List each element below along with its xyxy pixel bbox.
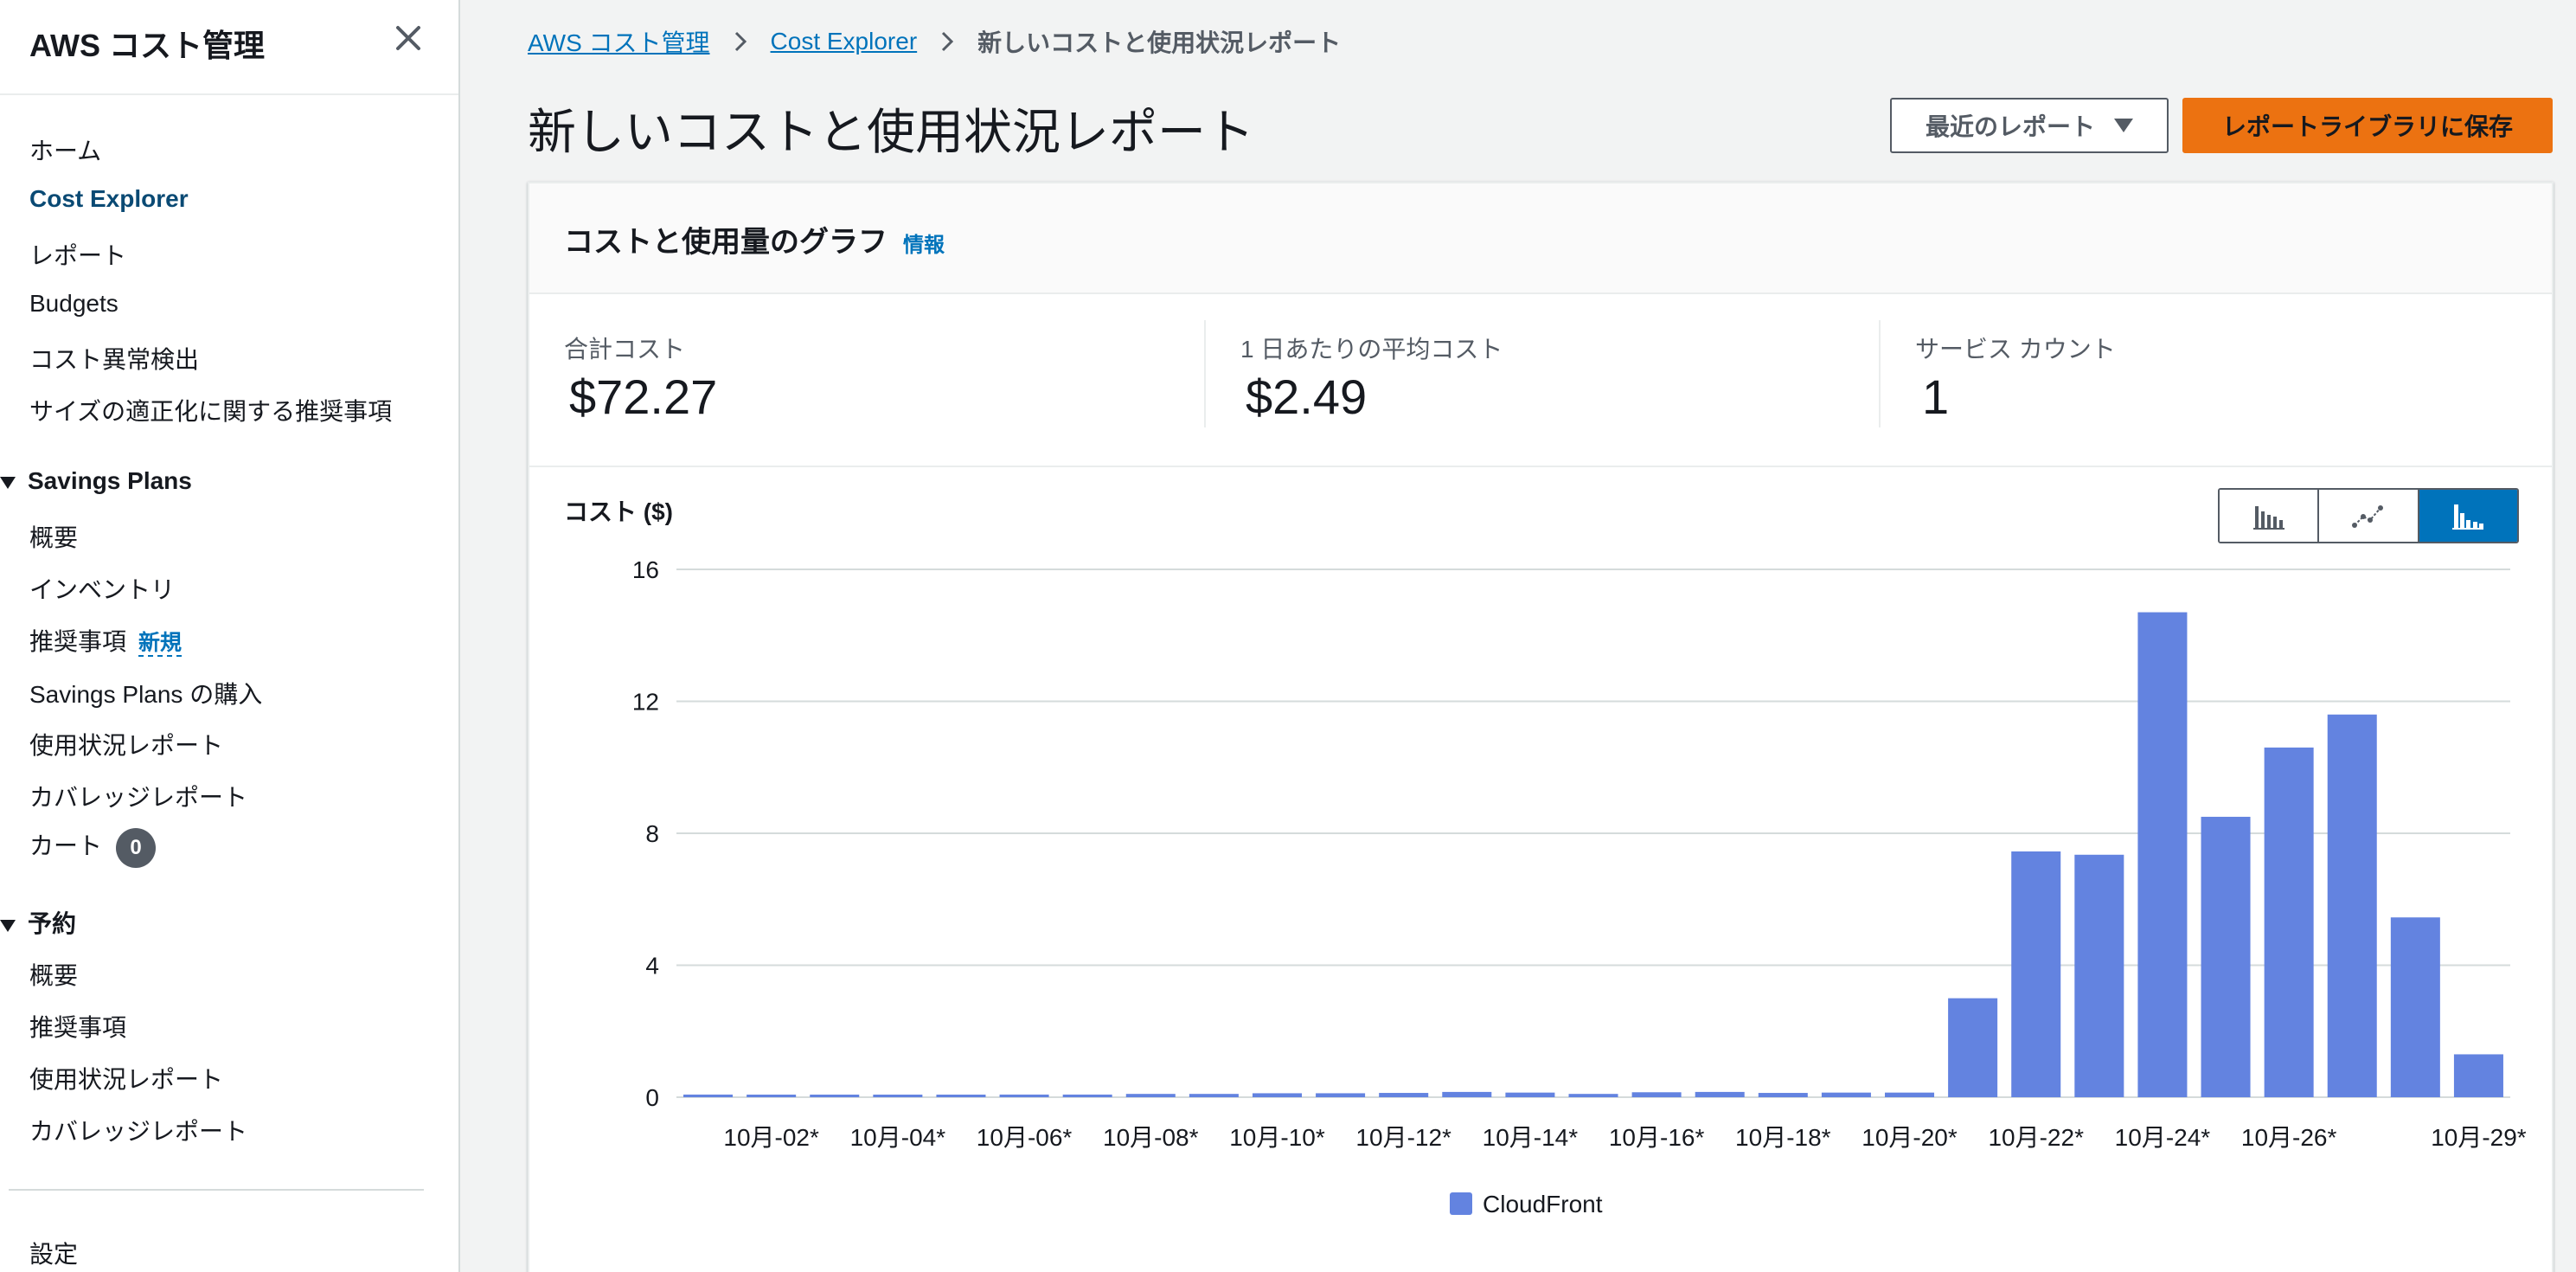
sidebar-header: AWS コスト管理: [0, 0, 458, 95]
x-tick-label: 10月-12*: [1355, 1124, 1451, 1151]
sidebar-item-reports[interactable]: レポート: [29, 237, 126, 272]
legend-label: CloudFront: [1483, 1191, 1603, 1217]
bar: [2453, 1054, 2503, 1097]
y-tick-label: 12: [632, 689, 659, 716]
sidebar-item-home[interactable]: ホーム: [29, 132, 101, 167]
sidebar-item-settings[interactable]: 設定: [29, 1236, 78, 1270]
breadcrumb: AWS コスト管理 Cost Explorer 新しいコストと使用状況レポート: [528, 24, 1341, 59]
x-tick-label: 10月-02*: [723, 1124, 819, 1151]
sidebar-section-savings-plans[interactable]: Savings Plans: [0, 467, 192, 495]
bar: [810, 1095, 860, 1097]
sidebar-item-ri-overview[interactable]: 概要: [29, 957, 78, 992]
bar: [999, 1094, 1049, 1097]
sidebar-item-sp-inventory[interactable]: インベントリ: [29, 571, 175, 606]
x-tick-label: 10月-04*: [850, 1124, 946, 1151]
save-to-library-button[interactable]: レポートライブラリに保存: [2182, 98, 2553, 153]
recent-reports-label: 最近のレポート: [1925, 113, 2095, 140]
bar: [1631, 1092, 1682, 1097]
bar: [873, 1095, 923, 1097]
x-tick-label: 10月-16*: [1609, 1124, 1705, 1151]
sidebar-item-sp-overview[interactable]: 概要: [29, 519, 78, 554]
y-tick-label: 8: [645, 820, 659, 847]
bar: [2264, 747, 2314, 1097]
bar: [747, 1095, 797, 1097]
sidebar-item-sp-utilization[interactable]: 使用状況レポート: [29, 727, 223, 761]
sidebar-item-rightsizing[interactable]: サイズの適正化に関する推奨事項: [29, 393, 392, 427]
recent-reports-button[interactable]: 最近のレポート: [1890, 98, 2169, 153]
sidebar-item-anomaly-detection[interactable]: コスト異常検出: [29, 341, 199, 376]
section-title: 予約: [28, 910, 77, 937]
sidebar-section-reservations[interactable]: 予約: [0, 905, 76, 940]
x-tick-label: 10月-26*: [2241, 1124, 2337, 1151]
caret-down-icon: [2114, 119, 2133, 132]
bar: [1885, 1092, 1935, 1097]
bar: [2011, 851, 2061, 1097]
bar: [683, 1094, 734, 1097]
x-tick-label: 10月-08*: [1103, 1124, 1199, 1151]
sidebar-item-sp-coverage[interactable]: カバレッジレポート: [29, 779, 247, 813]
bar: [1316, 1093, 1366, 1097]
bar: [2137, 612, 2188, 1097]
caret-down-icon: [0, 476, 16, 489]
bar: [2390, 917, 2440, 1097]
bar: [2327, 714, 2377, 1097]
sidebar-item-ri-recommendations[interactable]: 推奨事項: [29, 1009, 126, 1044]
sidebar-divider: [9, 1189, 424, 1191]
bar: [1125, 1094, 1176, 1097]
page-title: 新しいコストと使用状況レポート: [528, 105, 1254, 159]
sidebar-item-sp-recommendations[interactable]: 推奨事項 新規: [29, 623, 183, 658]
sidebar-item-budgets[interactable]: Budgets: [29, 290, 119, 318]
sidebar-item-ri-utilization[interactable]: 使用状況レポート: [29, 1061, 223, 1095]
sidebar-item-ri-coverage[interactable]: カバレッジレポート: [29, 1113, 247, 1147]
legend-swatch: [1450, 1192, 1472, 1215]
sidebar: AWS コスト管理 ホーム Cost Explorer レポート Budgets…: [0, 0, 460, 1272]
bar: [1442, 1091, 1492, 1097]
y-tick-label: 0: [645, 1084, 659, 1111]
bar: [1695, 1091, 1745, 1097]
close-icon[interactable]: [391, 21, 426, 55]
bar: [1379, 1093, 1429, 1097]
x-tick-label: 10月-10*: [1229, 1124, 1325, 1151]
section-title: Savings Plans: [28, 467, 192, 494]
y-tick-label: 4: [645, 953, 659, 980]
x-tick-label: 10月-14*: [1483, 1124, 1579, 1151]
bar: [1568, 1094, 1618, 1097]
bar: [1062, 1094, 1112, 1097]
x-tick-label: 10月-06*: [977, 1124, 1073, 1151]
bar: [936, 1095, 986, 1097]
cost-usage-panel: コストと使用量のグラフ 情報 合計コスト $72.27 1 日あたりの平均コスト …: [528, 182, 2554, 1272]
bar: [2201, 816, 2251, 1097]
sidebar-item-label: 推奨事項: [29, 628, 127, 655]
sidebar-item-label: カート: [29, 832, 103, 859]
caret-down-icon: [0, 919, 16, 932]
new-badge: 新規: [138, 631, 183, 657]
bar: [1821, 1092, 1871, 1097]
x-tick-label: 10月-18*: [1735, 1124, 1831, 1151]
y-tick-label: 16: [632, 556, 659, 583]
bar: [1758, 1093, 1808, 1097]
sidebar-title: AWS コスト管理: [29, 28, 266, 63]
bar: [1948, 998, 1998, 1097]
sidebar-item-cart[interactable]: カート 0: [29, 827, 157, 868]
cart-count-badge: 0: [116, 827, 157, 868]
chevron-right-icon: [734, 31, 747, 52]
sidebar-item-cost-explorer[interactable]: Cost Explorer: [29, 185, 189, 213]
x-tick-label: 10月-29*: [2431, 1124, 2527, 1151]
x-tick-label: 10月-22*: [1988, 1124, 2084, 1151]
x-tick-label: 10月-24*: [2115, 1124, 2211, 1151]
breadcrumb-current: 新しいコストと使用状況レポート: [977, 29, 1342, 56]
bar: [2074, 854, 2124, 1097]
breadcrumb-link-cost-explorer[interactable]: Cost Explorer: [771, 28, 918, 55]
chevron-right-icon: [942, 31, 954, 52]
x-tick-label: 10月-20*: [1862, 1124, 1958, 1151]
breadcrumb-link-cost-management[interactable]: AWS コスト管理: [528, 24, 710, 59]
bar: [1189, 1094, 1239, 1097]
cost-chart: 0 4 8 12 16 10月-02* 10月-04* 10月-06* 10月-08* 10月-1…: [632, 556, 2527, 1217]
bar: [1505, 1092, 1555, 1097]
sidebar-item-sp-purchase[interactable]: Savings Plans の購入: [29, 676, 262, 710]
bar: [1252, 1093, 1302, 1097]
